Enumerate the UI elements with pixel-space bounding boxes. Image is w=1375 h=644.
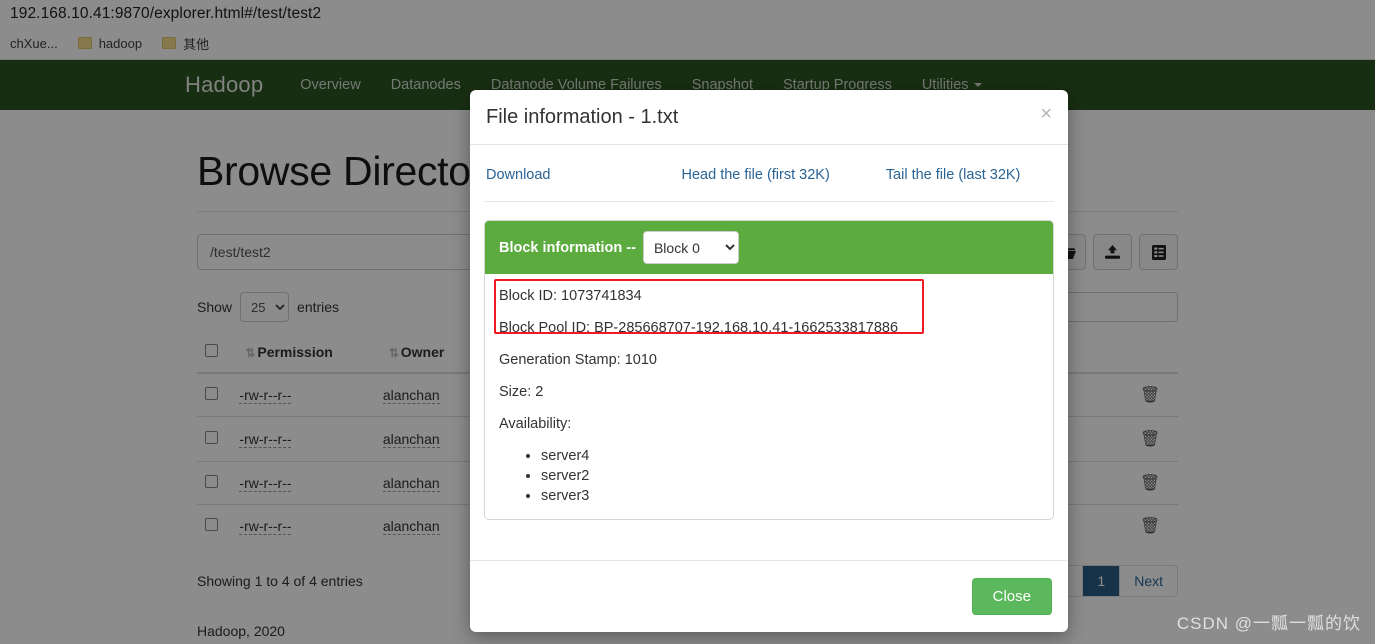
modal-body: Download Head the file (first 32K) Tail … <box>470 145 1068 560</box>
list-item: server2 <box>541 468 1039 484</box>
file-information-modal: File information - 1.txt × Download Head… <box>470 90 1068 632</box>
list-item: server4 <box>541 448 1039 464</box>
download-link[interactable]: Download <box>486 167 551 183</box>
block-information-panel: Block information -- Block 0 Block ID: 1… <box>484 220 1054 520</box>
block-pool-id-text: Block Pool ID: BP-285668707-192.168.10.4… <box>499 320 899 336</box>
head-file-link[interactable]: Head the file (first 32K) <box>682 167 830 183</box>
close-button[interactable]: Close <box>971 578 1052 615</box>
block-panel-body: Block ID: 1073741834 Block Pool ID: BP-2… <box>485 274 1053 504</box>
modal-header: File information - 1.txt × <box>470 90 1068 145</box>
close-icon[interactable]: × <box>1040 104 1052 124</box>
availability-label: Availability: <box>499 416 572 432</box>
block-information-label: Block information -- <box>499 239 636 256</box>
tail-file-link[interactable]: Tail the file (last 32K) <box>886 167 1021 183</box>
block-size-text: Size: 2 <box>499 384 544 400</box>
availability-list: server4 server2 server3 <box>499 448 1039 504</box>
list-item: server3 <box>541 488 1039 504</box>
file-actions: Download Head the file (first 32K) Tail … <box>484 159 1054 202</box>
modal-footer: Close <box>470 560 1068 632</box>
block-panel-header: Block information -- Block 0 <box>485 221 1053 274</box>
modal-title: File information - 1.txt <box>486 105 679 128</box>
block-select[interactable]: Block 0 <box>642 231 739 264</box>
watermark: CSDN @一瓢一瓢的饮 <box>1176 614 1361 633</box>
block-id-text: Block ID: 1073741834 <box>499 288 642 304</box>
generation-stamp-text: Generation Stamp: 1010 <box>499 352 657 368</box>
